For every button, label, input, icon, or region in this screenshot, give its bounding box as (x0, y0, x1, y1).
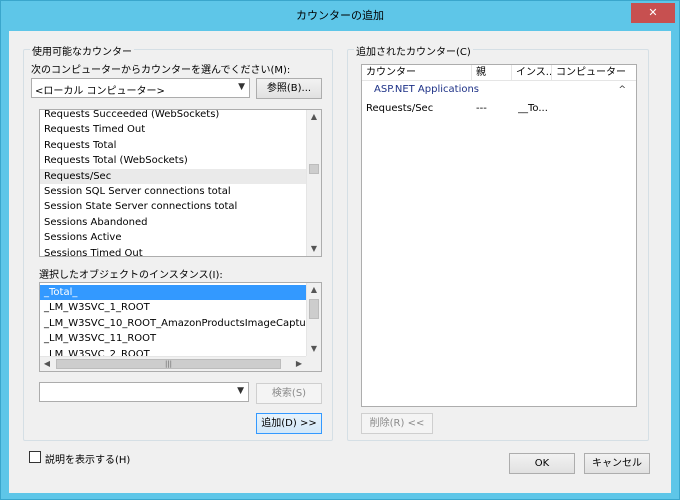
available-counters-title: 使用可能なカウンター (30, 43, 134, 58)
list-item[interactable]: _LM_W3SVC_10_ROOT_AmazonProductsImageCap… (40, 316, 306, 331)
computer-select-value: <ローカル コンピューター> (35, 86, 165, 97)
added-counters-list[interactable]: カウンター 親 インス... コンピューター ASP.NET Applicati… (361, 64, 637, 407)
counter-group-header[interactable]: ASP.NET Applications ^ (362, 82, 636, 98)
list-item[interactable]: Sessions Active (40, 230, 306, 245)
close-button[interactable]: ✕ (631, 3, 675, 23)
search-button[interactable]: 検索(S) (256, 383, 322, 404)
list-item[interactable]: _LM_W3SVC_11_ROOT (40, 331, 306, 346)
add-button[interactable]: 追加(D) >> (256, 413, 322, 434)
scrollbar-thumb[interactable] (309, 164, 319, 174)
cancel-button[interactable]: キャンセル (584, 453, 650, 474)
counter-list[interactable]: Requests Succeeded (WebSockets) Requests … (39, 109, 322, 257)
column-header-instance[interactable]: インス... (512, 65, 552, 81)
column-header-parent[interactable]: 親 (472, 65, 512, 81)
window-title: カウンターの追加 (296, 9, 384, 22)
list-item[interactable]: Requests Total (40, 138, 306, 153)
list-item[interactable]: Sessions Abandoned (40, 215, 306, 230)
list-item[interactable]: Sessions Timed Out (40, 246, 306, 256)
scroll-down-icon[interactable]: ▼ (307, 342, 321, 356)
instance-search-input[interactable]: ▼ (39, 382, 249, 402)
row-parent: --- (476, 103, 487, 114)
chevron-down-icon: ▼ (237, 386, 244, 396)
column-header-computer[interactable]: コンピューター (552, 65, 636, 81)
counter-list-items: Requests Succeeded (WebSockets) Requests … (40, 110, 306, 256)
computer-select[interactable]: <ローカル コンピューター> ▼ (31, 78, 250, 98)
row-instance: __To... (518, 103, 548, 114)
table-row[interactable]: Requests/Sec --- __To... (362, 101, 636, 116)
ok-button[interactable]: OK (509, 453, 575, 474)
chevron-down-icon: ▼ (238, 82, 245, 92)
list-item[interactable]: Requests/Sec (40, 168, 306, 184)
remove-button[interactable]: 削除(R) << (361, 413, 433, 434)
scroll-corner (306, 356, 321, 371)
list-item[interactable]: Session SQL Server connections total (40, 184, 306, 199)
show-description-label[interactable]: 説明を表示する(H) (45, 451, 130, 466)
computer-label: 次のコンピューターからカウンターを選んでください(M): (31, 65, 291, 76)
list-item[interactable]: Session State Server connections total (40, 199, 306, 214)
added-counters-header: カウンター 親 インス... コンピューター (362, 65, 636, 81)
added-counters-title: 追加されたカウンター(C) (354, 43, 473, 58)
list-item[interactable]: _Total_ (40, 285, 306, 301)
browse-button[interactable]: 参照(B)... (256, 78, 322, 99)
scroll-down-icon[interactable]: ▼ (307, 242, 321, 256)
scroll-up-icon[interactable]: ▲ (307, 283, 321, 297)
counter-group-name: ASP.NET Applications (374, 84, 480, 95)
instance-list-hscrollbar[interactable]: ◀ ||| ▶ (40, 356, 306, 371)
instance-list-vscrollbar[interactable]: ▲ ▼ (306, 283, 321, 356)
chevron-up-icon[interactable]: ^ (618, 82, 626, 98)
add-counters-dialog: カウンターの追加 ✕ 使用可能なカウンター 次のコンピューターからカウンターを選… (0, 0, 680, 500)
row-counter: Requests/Sec (366, 103, 434, 114)
scroll-left-icon[interactable]: ◀ (40, 357, 54, 371)
list-item[interactable]: Requests Timed Out (40, 122, 306, 137)
list-item[interactable]: Requests Total (WebSockets) (40, 153, 306, 168)
scroll-up-icon[interactable]: ▲ (307, 110, 321, 124)
show-description-checkbox[interactable] (29, 451, 41, 463)
close-icon: ✕ (648, 6, 658, 19)
scroll-right-icon[interactable]: ▶ (292, 357, 306, 371)
column-header-counter[interactable]: カウンター (362, 65, 472, 81)
list-item[interactable]: _LM_W3SVC_1_ROOT (40, 300, 306, 315)
instance-list[interactable]: _Total_ _LM_W3SVC_1_ROOT _LM_W3SVC_10_ROOT… (39, 282, 322, 372)
list-item[interactable]: Requests Succeeded (WebSockets) (40, 110, 306, 122)
dialog-body: 使用可能なカウンター 次のコンピューターからカウンターを選んでください(M): … (9, 31, 671, 493)
scrollbar-thumb[interactable]: ||| (56, 359, 281, 369)
counter-list-scrollbar[interactable]: ▲ ▼ (306, 110, 321, 256)
instances-label: 選択したオブジェクトのインスタンス(I): (39, 270, 223, 281)
scrollbar-thumb[interactable] (309, 299, 319, 319)
title-bar[interactable]: カウンターの追加 (1, 1, 679, 30)
